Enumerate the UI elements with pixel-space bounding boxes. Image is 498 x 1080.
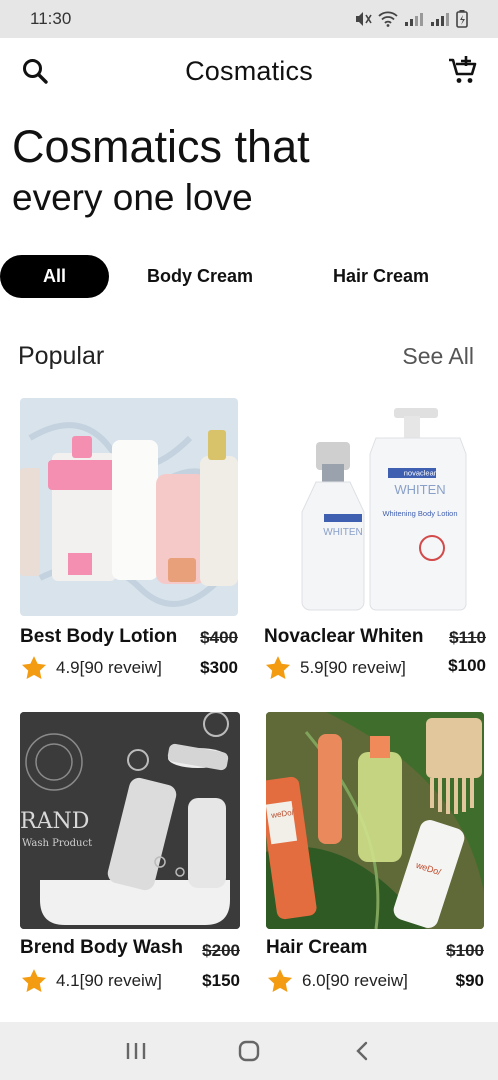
wifi-icon	[378, 11, 398, 27]
body-wash-illustration: RAND Wash Product	[20, 712, 240, 929]
whitening-lotion-illustration: WHITEN novaclear WHITEN Whitening Body L…	[301, 408, 467, 611]
category-filters: All Body Cream Hair Cream	[0, 255, 498, 299]
product-price: $90	[455, 971, 484, 990]
product-image: weDo/ weDo/	[266, 712, 484, 929]
product-name: Best Body Lotion	[20, 626, 178, 647]
rating-text: 6.0[90 reveiw]	[302, 971, 408, 990]
product-name: Hair Cream	[266, 937, 368, 958]
search-icon	[23, 59, 48, 84]
chip-body-cream[interactable]: Body Cream	[130, 255, 270, 298]
product-image: WHITEN novaclear WHITEN Whitening Body L…	[264, 398, 486, 616]
product-image	[20, 398, 238, 616]
product-card-hair-cream[interactable]: weDo/ weDo/ Hair Cream $100 6.0[90 revei…	[266, 712, 484, 1002]
add-to-cart-icon	[448, 56, 477, 83]
product-card-brend-body-wash[interactable]: RAND Wash Product Brend Body Wash $200 4…	[20, 712, 240, 1002]
hero-title: Cosmatics that	[12, 121, 310, 172]
hero: Cosmatics that every one love	[12, 120, 310, 222]
product-price: $100	[448, 656, 486, 675]
product-old-price: $110	[449, 628, 486, 647]
lotion-bottles-illustration	[20, 422, 238, 607]
rating-text: 5.9[90 reveiw]	[300, 658, 406, 677]
status-time: 11:30	[30, 9, 72, 28]
star-icon	[21, 656, 47, 679]
product-rating: 4.9[90 reveiw]	[20, 654, 162, 682]
hero-subtitle: every one love	[12, 177, 253, 218]
system-nav-bar	[0, 1022, 498, 1080]
status-icons	[354, 10, 468, 28]
brand-text: RAND	[20, 809, 89, 834]
app-bar: Cosmatics	[0, 38, 498, 104]
mute-icon	[356, 12, 372, 26]
cart-button[interactable]	[446, 54, 480, 88]
search-button[interactable]	[18, 54, 52, 88]
battery-icon	[456, 10, 468, 28]
product-rating: 6.0[90 reveiw]	[266, 967, 408, 995]
product-image: RAND Wash Product	[20, 712, 240, 929]
status-bar: 11:30	[0, 0, 498, 38]
product-name: Brend Body Wash	[20, 937, 183, 958]
back-icon	[355, 1041, 367, 1061]
line-label: WHITEN	[394, 482, 445, 497]
star-icon	[21, 969, 47, 992]
product-rating: 4.1[90 reveiw]	[20, 967, 162, 995]
product-price: $300	[200, 658, 238, 677]
product-card-best-body-lotion[interactable]: Best Body Lotion $400 4.9[90 reveiw] $30…	[20, 398, 238, 688]
chip-hair-cream[interactable]: Hair Cream	[316, 255, 446, 298]
signal-icon	[405, 13, 423, 26]
back-button[interactable]	[342, 1031, 382, 1071]
product-card-novaclear-whiten[interactable]: WHITEN novaclear WHITEN Whitening Body L…	[264, 398, 486, 688]
section-title: Popular	[18, 342, 105, 370]
popular-section-header: Popular See All	[18, 342, 474, 371]
hair-cream-illustration: weDo/ weDo/	[266, 712, 484, 929]
recent-apps-button[interactable]	[116, 1031, 156, 1071]
sub-label: Whitening Body Lotion	[382, 509, 457, 518]
product-old-price: $400	[200, 628, 238, 647]
home-icon	[238, 1040, 260, 1062]
sub-text: Wash Product	[22, 838, 92, 849]
product-price: $150	[202, 971, 240, 990]
recent-apps-icon	[127, 1043, 146, 1059]
see-all-link[interactable]: See All	[402, 343, 474, 370]
home-button[interactable]	[229, 1031, 269, 1071]
product-name: Novaclear Whiten	[264, 626, 424, 647]
signal-icon-2	[431, 13, 449, 26]
chip-all[interactable]: All	[0, 255, 109, 298]
brand-label: novaclear	[404, 469, 437, 478]
star-icon	[265, 656, 291, 679]
product-old-price: $200	[202, 941, 240, 960]
product-rating: 5.9[90 reveiw]	[264, 654, 406, 682]
app-title: Cosmatics	[185, 55, 313, 86]
bottle-label-small: WHITEN	[323, 527, 362, 538]
star-icon	[267, 969, 293, 992]
rating-text: 4.9[90 reveiw]	[56, 658, 162, 677]
product-old-price: $100	[446, 941, 484, 960]
rating-text: 4.1[90 reveiw]	[56, 971, 162, 990]
